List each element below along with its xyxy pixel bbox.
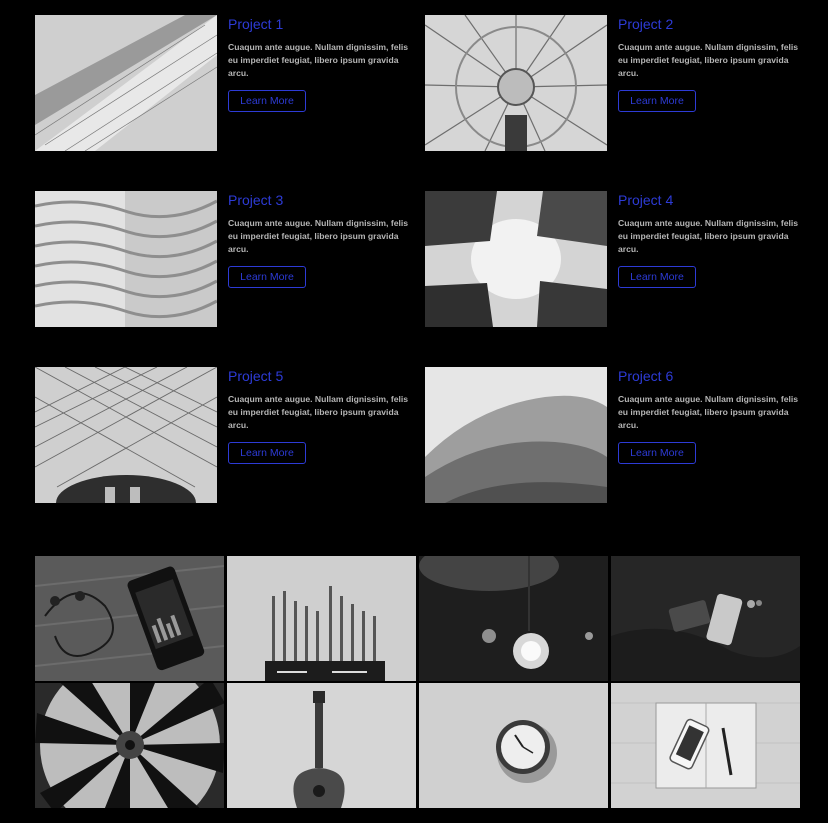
project-description: Cuaqum ante augue. Nullam dignissim, fel… [228, 218, 409, 254]
project-card-5: Project 5 Cuaqum ante augue. Nullam dign… [35, 367, 411, 503]
project-title[interactable]: Project 6 [618, 368, 673, 384]
project-title[interactable]: Project 1 [228, 16, 283, 32]
project-image-3[interactable] [35, 191, 217, 327]
gallery-photo-drill-bits[interactable] [227, 556, 416, 681]
learn-more-button[interactable]: Learn More [618, 90, 696, 112]
project-title[interactable]: Project 4 [618, 192, 673, 208]
project-card-3: Project 3 Cuaqum ante augue. Nullam dign… [35, 191, 411, 327]
gallery-photo-phone-earphones[interactable] [35, 556, 224, 681]
gallery-photo-wall-clock[interactable] [419, 683, 608, 808]
project-card-2: Project 2 Cuaqum ante augue. Nullam dign… [425, 15, 801, 151]
project-title[interactable]: Project 3 [228, 192, 283, 208]
learn-more-button[interactable]: Learn More [228, 442, 306, 464]
project-image-4[interactable] [425, 191, 607, 327]
project-description: Cuaqum ante augue. Nullam dignissim, fel… [228, 42, 409, 78]
project-image-5[interactable] [35, 367, 217, 503]
project-card-4: Project 4 Cuaqum ante augue. Nullam dign… [425, 191, 801, 327]
project-image-1[interactable] [35, 15, 217, 151]
learn-more-button[interactable]: Learn More [618, 266, 696, 288]
gallery-photo-dartboard[interactable] [35, 683, 224, 808]
project-title[interactable]: Project 5 [228, 368, 283, 384]
gallery-photo-guitar[interactable] [227, 683, 416, 808]
gallery-photo-light-bulbs[interactable] [419, 556, 608, 681]
project-image-2[interactable] [425, 15, 607, 151]
learn-more-button[interactable]: Learn More [618, 442, 696, 464]
project-card-1: Project 1 Cuaqum ante augue. Nullam dign… [35, 15, 411, 151]
photo-gallery [35, 556, 800, 808]
project-title[interactable]: Project 2 [618, 16, 673, 32]
project-description: Cuaqum ante augue. Nullam dignissim, fel… [618, 394, 799, 430]
project-description: Cuaqum ante augue. Nullam dignissim, fel… [228, 394, 409, 430]
project-description: Cuaqum ante augue. Nullam dignissim, fel… [618, 218, 799, 254]
gallery-photo-wallet-phone[interactable] [611, 556, 800, 681]
project-card-6: Project 6 Cuaqum ante augue. Nullam dign… [425, 367, 801, 503]
learn-more-button[interactable]: Learn More [228, 266, 306, 288]
project-image-6[interactable] [425, 367, 607, 503]
project-description: Cuaqum ante augue. Nullam dignissim, fel… [618, 42, 799, 78]
gallery-photo-notebook-phone[interactable] [611, 683, 800, 808]
learn-more-button[interactable]: Learn More [228, 90, 306, 112]
